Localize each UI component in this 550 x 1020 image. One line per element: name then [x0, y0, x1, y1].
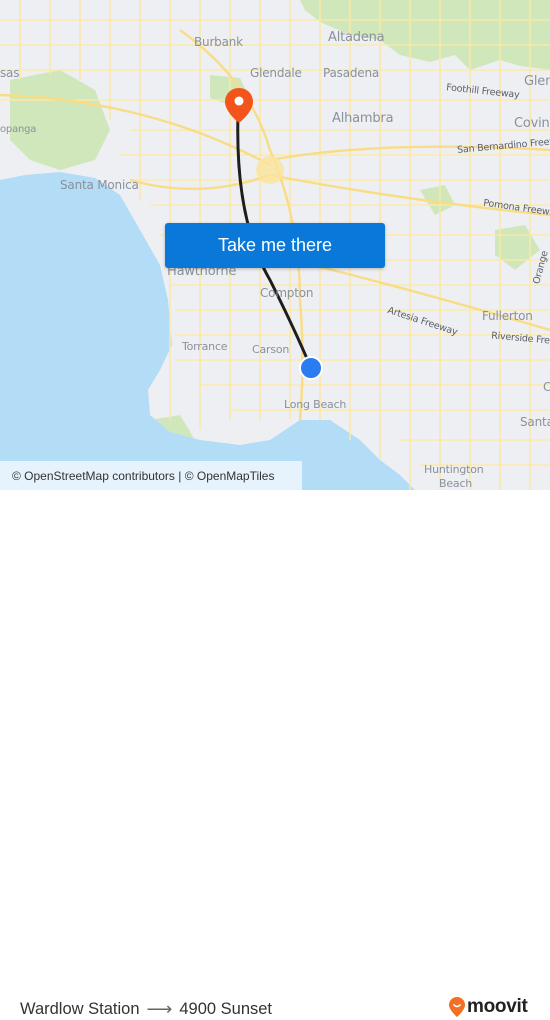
place-label-fullerton: Fullerton	[482, 309, 533, 323]
arrow-right-icon: ⟶	[146, 999, 173, 1019]
origin-label: Wardlow Station	[20, 1000, 140, 1018]
place-label-altadena: Altadena	[328, 30, 385, 45]
place-label-long-beach: Long Beach	[284, 398, 347, 411]
map-view[interactable]: Burbank Altadena Glendale Pasadena Glen …	[0, 0, 550, 490]
place-label-glen: Glen	[524, 74, 550, 89]
place-label-partial: C	[543, 380, 550, 394]
place-label-carson: Carson	[252, 343, 290, 356]
place-label-beach: Beach	[439, 477, 473, 490]
place-label-torrance: Torrance	[182, 340, 228, 353]
place-label-santa-ana: Santa	[520, 415, 550, 429]
moovit-logo[interactable]: moovit	[449, 996, 528, 1018]
take-me-there-button[interactable]: Take me there	[165, 223, 385, 268]
destination-pin-icon[interactable]	[224, 88, 254, 124]
place-label-covina: Covina	[514, 116, 550, 131]
place-label-topanga: opanga	[0, 124, 37, 135]
place-label-huntington: Huntington	[424, 463, 484, 476]
moovit-pin-icon	[449, 997, 465, 1017]
place-label-compton: Compton	[260, 286, 314, 300]
place-label-burbank: Burbank	[194, 35, 243, 49]
place-label-alhambra: Alhambra	[332, 111, 394, 126]
place-label-glendale: Glendale	[250, 66, 302, 80]
place-label-pasadena: Pasadena	[323, 66, 380, 80]
park-area	[495, 225, 540, 270]
map-attribution[interactable]: © OpenStreetMap contributors | © OpenMap…	[0, 461, 302, 490]
footer-bar: Wardlow Station ⟶ 4900 Sunset moovit	[0, 490, 550, 1019]
route-summary: Wardlow Station ⟶ 4900 Sunset	[20, 999, 272, 1020]
destination-label: 4900 Sunset	[179, 1000, 273, 1018]
park-area	[10, 70, 110, 170]
moovit-wordmark: moovit	[467, 996, 528, 1017]
ocean	[0, 172, 415, 490]
place-label-calabasas: sas	[0, 66, 20, 80]
origin-dot-icon[interactable]	[298, 355, 324, 381]
downtown-area	[256, 156, 284, 184]
place-label-santa-monica: Santa Monica	[60, 178, 139, 192]
